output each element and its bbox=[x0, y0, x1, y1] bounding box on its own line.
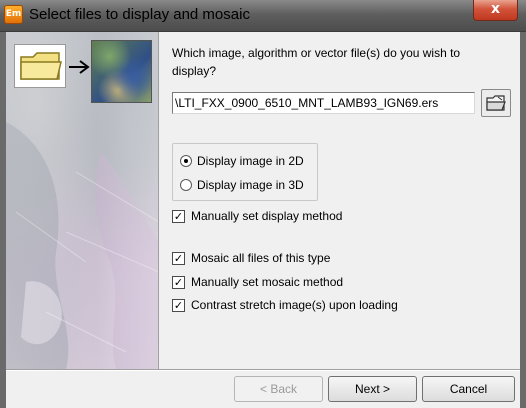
checkbox[interactable]: ✓ bbox=[172, 209, 185, 223]
browse-button[interactable] bbox=[481, 89, 511, 117]
checkbox-contrast-stretch[interactable]: ✓ Contrast stretch image(s) upon loading bbox=[172, 297, 398, 313]
checkbox-mosaic-all[interactable]: ✓ Mosaic all files of this type bbox=[172, 250, 330, 266]
checkbox-label: Manually set mosaic method bbox=[191, 275, 344, 289]
checkbox[interactable]: ✓ bbox=[172, 251, 185, 265]
radio-display-3d[interactable]: Display image in 3D bbox=[180, 177, 304, 193]
dialog-body: Which image, algorithm or vector file(s)… bbox=[6, 32, 520, 408]
prompt-text: Which image, algorithm or vector file(s)… bbox=[172, 46, 461, 78]
next-button[interactable]: Next > bbox=[328, 376, 417, 402]
checkbox-label: Contrast stretch image(s) upon loading bbox=[191, 298, 398, 312]
checkbox[interactable]: ✓ bbox=[172, 298, 185, 312]
checkbox-manual-mosaic[interactable]: ✓ Manually set mosaic method bbox=[172, 274, 343, 290]
checkbox-manual-display[interactable]: ✓ Manually set display method bbox=[172, 208, 342, 224]
arrow-right-icon bbox=[69, 60, 90, 74]
radio-display-2d[interactable]: Display image in 2D bbox=[180, 153, 304, 169]
file-path-input[interactable]: \LTI_FXX_0900_6510_MNT_LAMB93_IGN69.ers bbox=[172, 92, 475, 114]
radio-label-3d: Display image in 3D bbox=[197, 178, 304, 192]
close-button[interactable]: x bbox=[473, 0, 518, 21]
window-title: Select files to display and mosaic bbox=[29, 6, 250, 23]
open-folder-icon bbox=[486, 95, 506, 111]
radio-label-2d: Display image in 2D bbox=[197, 154, 304, 168]
checkbox-label: Manually set display method bbox=[191, 209, 343, 223]
radio-button-selected[interactable] bbox=[180, 155, 192, 167]
checkbox-label: Mosaic all files of this type bbox=[191, 251, 331, 265]
radio-button[interactable] bbox=[180, 179, 192, 191]
title-bar: Em Select files to display and mosaic x bbox=[0, 0, 526, 32]
folder-icon bbox=[14, 44, 66, 88]
footer-separator bbox=[6, 369, 520, 371]
app-icon: Em bbox=[4, 5, 23, 24]
side-banner-image bbox=[6, 32, 159, 369]
map-thumbnail-icon bbox=[91, 40, 152, 103]
checkbox[interactable]: ✓ bbox=[172, 275, 185, 289]
back-button[interactable]: < Back bbox=[234, 376, 323, 402]
cancel-button[interactable]: Cancel bbox=[422, 376, 515, 402]
